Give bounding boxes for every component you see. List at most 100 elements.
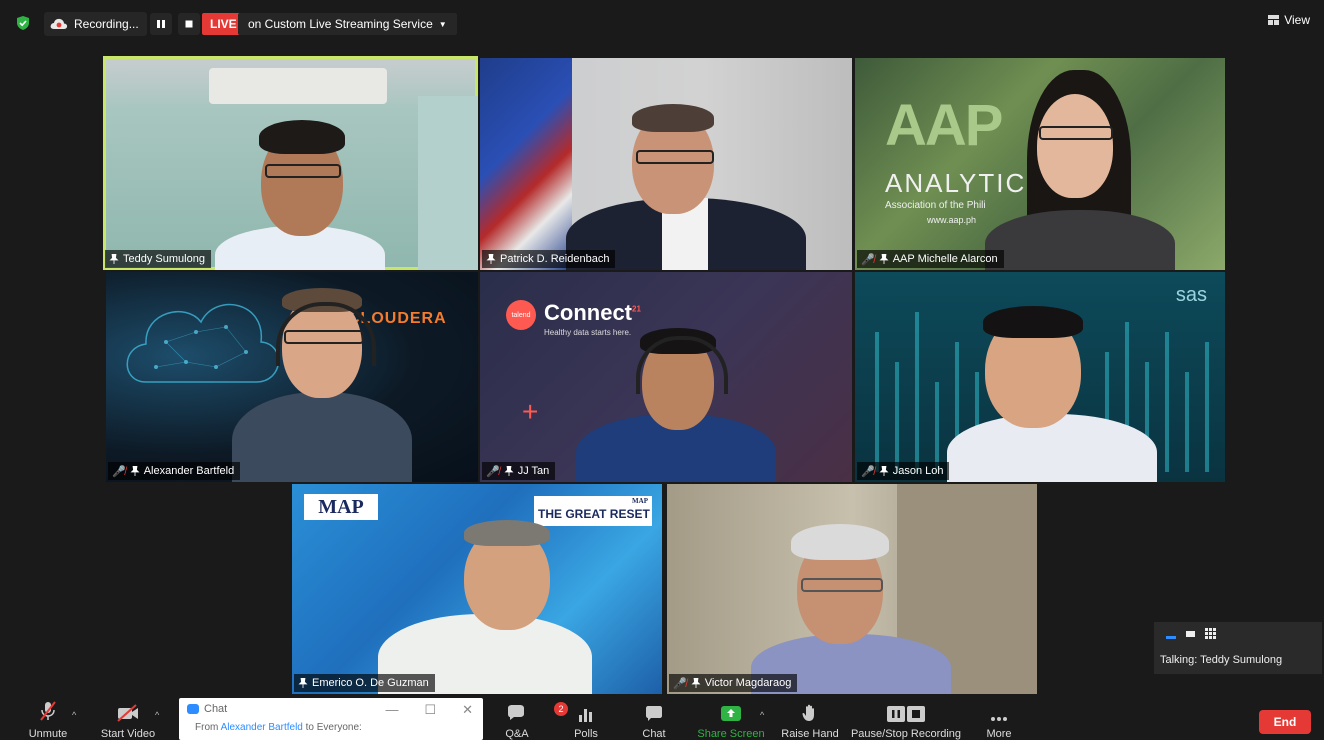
pin-icon xyxy=(486,254,496,264)
participant-name-tag: 🎤̸ Alexander Bartfeld xyxy=(108,462,241,480)
share-options-caret[interactable]: ^ xyxy=(760,710,764,720)
participant-name: Victor Magdaraog xyxy=(704,677,792,689)
pin-icon xyxy=(879,466,889,476)
pause-recording-button[interactable] xyxy=(150,13,172,35)
chat-label: Chat xyxy=(642,728,666,740)
great-reset-text: THE GREAT RESET xyxy=(538,507,650,521)
chat-sender: Alexander Bartfeld xyxy=(220,722,303,733)
stop-icon xyxy=(185,20,193,28)
stop-recording-button[interactable] xyxy=(178,13,200,35)
more-button[interactable]: More xyxy=(959,696,1039,740)
person-hair-shape xyxy=(983,306,1083,338)
aap-analytics-text: ANALYTICS xyxy=(885,168,1046,198)
minimize-icon[interactable]: — xyxy=(385,702,398,718)
stop-recording-icon xyxy=(907,706,925,722)
qa-icon xyxy=(508,705,524,720)
connect-logo-text: Connect21 xyxy=(544,300,641,326)
participant-name-tag: 🎤̸ Victor Magdaraog xyxy=(669,674,798,692)
streaming-service-dropdown[interactable]: on Custom Live Streaming Service ▼ xyxy=(238,13,457,35)
person-hair-shape xyxy=(464,520,550,546)
video-tile-victor-magdaraog[interactable]: 🎤̸ Victor Magdaraog xyxy=(667,484,1037,694)
gallery-view-icon[interactable] xyxy=(1205,628,1216,639)
participant-name-tag: 🎤̸ AAP Michelle Alarcon xyxy=(857,250,1004,268)
grid-view-icon xyxy=(1268,15,1280,25)
video-options-caret[interactable]: ^ xyxy=(155,710,159,720)
more-icon xyxy=(991,717,1007,721)
pin-icon xyxy=(109,254,119,264)
microphone-muted-icon xyxy=(40,701,56,721)
person-hair-shape xyxy=(791,524,889,560)
participant-name-tag: 🎤̸ JJ Tan xyxy=(482,462,556,480)
participant-name: Teddy Sumulong xyxy=(123,253,205,265)
audio-options-caret[interactable]: ^ xyxy=(72,710,76,720)
pin-icon xyxy=(879,254,889,264)
recording-label: Recording... xyxy=(74,17,139,31)
meeting-top-bar: Recording... LIVE on Custom Live Streami… xyxy=(0,0,1324,46)
mic-muted-icon: 🎤̸ xyxy=(486,465,500,478)
participant-name: AAP Michelle Alarcon xyxy=(892,253,998,265)
maximize-icon[interactable]: ☐ xyxy=(424,702,436,718)
pause-icon xyxy=(157,20,165,28)
person-shape xyxy=(985,210,1175,270)
aap-association-text: Association of the Phili xyxy=(885,200,986,211)
polls-icon xyxy=(579,709,592,722)
video-off-icon xyxy=(117,704,138,722)
video-tile-teddy-sumulong[interactable]: Teddy Sumulong xyxy=(103,56,478,270)
pin-icon xyxy=(130,466,140,476)
start-video-label: Start Video xyxy=(100,728,156,740)
chat-button[interactable]: Chat xyxy=(614,696,694,740)
map-small-text: MAP xyxy=(632,497,648,505)
aap-url-text: www.aap.ph xyxy=(927,215,977,225)
video-tile-emerico-de-guzman[interactable]: MAP MAP THE GREAT RESET Emerico O. De Gu… xyxy=(292,484,662,694)
video-tile-alexander-bartfeld[interactable]: CLOUDERA 🎤̸ Alexander Bartfeld xyxy=(106,272,478,482)
raise-hand-icon xyxy=(802,704,814,721)
cloud-network-graphic xyxy=(126,303,280,383)
video-tile-jj-tan[interactable]: talend Connect21 Healthy data starts her… xyxy=(480,272,852,482)
person-head-shape xyxy=(1037,94,1113,198)
more-label: More xyxy=(986,728,1012,740)
mic-muted-icon: 🎤̸ xyxy=(861,253,875,266)
connect-tagline: Healthy data starts here. xyxy=(544,328,632,337)
pin-icon xyxy=(691,678,701,688)
pause-stop-recording-button[interactable]: Pause/Stop Recording xyxy=(850,696,962,740)
person-hair-shape xyxy=(632,104,714,132)
person-shape xyxy=(232,392,412,482)
pin-icon xyxy=(298,678,308,688)
minimize-icon[interactable] xyxy=(1166,636,1176,639)
unmute-label: Unmute xyxy=(28,728,68,740)
video-tile-michelle-alarcon[interactable]: AAP ANALYTICS Association of the Phili w… xyxy=(855,58,1225,270)
window-shape xyxy=(418,96,478,270)
participant-name: Jason Loh xyxy=(892,465,944,477)
close-icon[interactable]: ✕ xyxy=(462,702,473,718)
video-tile-patrick-reidenbach[interactable]: Patrick D. Reidenbach xyxy=(480,58,852,270)
video-tile-jason-loh[interactable]: sas 🎤̸ Jason Loh xyxy=(855,272,1225,482)
single-view-icon[interactable] xyxy=(1186,630,1195,637)
recording-indicator[interactable]: Recording... xyxy=(44,12,147,36)
participant-name: Emerico O. De Guzman xyxy=(312,677,429,689)
view-button[interactable]: View xyxy=(1268,13,1310,27)
sas-logo-text: sas xyxy=(1175,284,1207,306)
share-screen-button[interactable]: Share Screen xyxy=(691,696,771,740)
mic-muted-icon: 🎤̸ xyxy=(112,465,126,478)
talking-indicator-panel: Talking: Teddy Sumulong xyxy=(1154,622,1322,674)
shield-icon[interactable] xyxy=(16,16,30,30)
end-meeting-button[interactable]: End xyxy=(1259,710,1311,734)
chat-from-prefix: From xyxy=(195,722,219,733)
aap-logo-text: AAP xyxy=(885,93,1003,158)
share-screen-icon xyxy=(721,706,741,721)
chat-popup[interactable]: Chat — ☐ ✕ From Alexander Bartfeld to Ev… xyxy=(179,698,483,740)
participant-name-tag: Emerico O. De Guzman xyxy=(294,674,435,692)
qa-label: Q&A xyxy=(505,728,529,740)
raise-hand-button[interactable]: Raise Hand xyxy=(770,696,850,740)
qa-button[interactable]: 2 Q&A xyxy=(477,696,568,740)
plus-decoration: + xyxy=(522,396,539,427)
mic-muted-icon: 🎤̸ xyxy=(861,465,875,478)
connect-word: Connect xyxy=(544,300,632,325)
chat-popup-title: Chat xyxy=(187,703,227,715)
participant-name-tag: 🎤̸ Jason Loh xyxy=(857,462,950,480)
pause-stop-recording-label: Pause/Stop Recording xyxy=(850,728,962,740)
glasses-shape xyxy=(801,578,883,592)
great-reset-banner: MAP THE GREAT RESET xyxy=(534,496,652,526)
glasses-shape xyxy=(636,150,714,164)
chat-recipient: to Everyone: xyxy=(305,722,362,733)
